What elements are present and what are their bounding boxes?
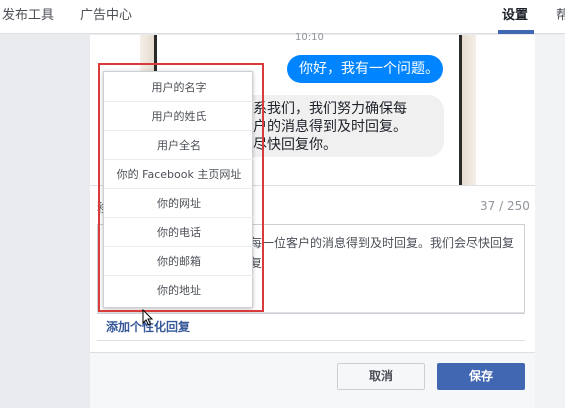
save-button[interactable]: 保存 (437, 363, 525, 390)
cancel-button[interactable]: 取消 (337, 363, 425, 390)
editor-bottom-border (97, 340, 525, 341)
message-text-line: 每一位客户的消息得到及时回复。我们会尽快回复 (250, 236, 515, 250)
editor-divider (97, 312, 525, 313)
tab-ad-center[interactable]: 广告中心 (80, 4, 132, 23)
tab-help[interactable]: 帮 (556, 4, 565, 23)
incoming-line: 户的消息得到及时回复。 (253, 119, 407, 135)
message-text-line: 复 (250, 256, 263, 270)
phone-body-right (462, 35, 476, 185)
right-background (535, 35, 565, 408)
highlight-box (98, 63, 264, 312)
chat-timestamp: 10:10 (295, 32, 324, 43)
left-background (0, 35, 90, 408)
top-navigation-bar: 发布工具 广告中心 设置 帮 (0, 0, 565, 34)
tab-settings[interactable]: 设置 (502, 4, 528, 23)
outgoing-message-bubble: 你好，我有一个问题。 (287, 55, 443, 83)
character-counter: 37 / 250 (480, 199, 530, 213)
active-tab-indicator (498, 30, 534, 34)
message-text[interactable]: 每一位客户的消息得到及时回复。我们会尽快回复 复 (250, 233, 515, 273)
tab-publishing-tools[interactable]: 发布工具 (2, 4, 54, 23)
incoming-line: 系我们，我们努力确保每 (253, 101, 407, 117)
incoming-line: 尽快回复你。 (253, 137, 337, 153)
mouse-cursor-icon (142, 309, 154, 326)
